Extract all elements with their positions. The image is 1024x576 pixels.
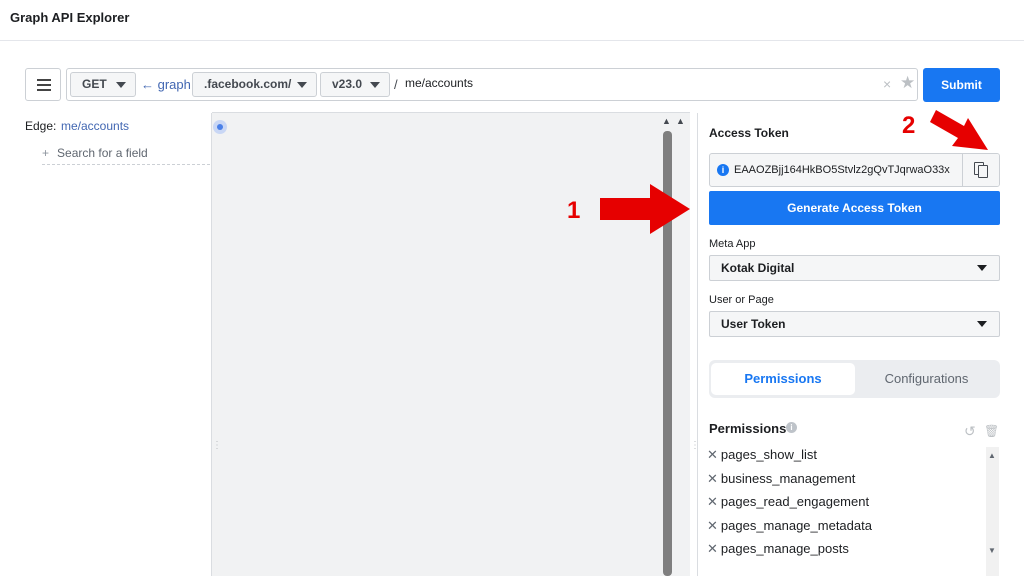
annotation-step-1: 1: [567, 197, 581, 224]
permission-label: pages_read_engagement: [720, 494, 870, 510]
permissions-scrollbar[interactable]: [986, 447, 999, 576]
user-or-page-select[interactable]: User Token: [709, 311, 1000, 337]
request-url-bar: GET ← graph. .facebook.com/ v23.0 / me/a…: [66, 68, 918, 101]
arrow-down-right-shape: [930, 110, 988, 150]
plus-icon: +: [42, 146, 50, 160]
panel-tabs: Permissions Configurations: [709, 360, 1000, 398]
annotation-arrow-icon: [600, 184, 690, 234]
caret-down-icon: [977, 321, 987, 327]
remove-icon[interactable]: ✕: [707, 541, 718, 556]
top-bar: [0, 0, 1024, 41]
root-node-dot-icon: [217, 124, 223, 130]
hamburger-icon-line: [37, 89, 51, 91]
user-or-page-value: User Token: [721, 317, 786, 331]
meta-app-select[interactable]: Kotak Digital: [709, 255, 1000, 281]
scroll-up-icon[interactable]: ▲: [676, 116, 685, 126]
access-token-value[interactable]: EAAOZBjj164HkBO5Stvlz2gQvTJqrwaO33x: [734, 164, 962, 176]
permission-label: pages_manage_posts: [720, 541, 849, 557]
submit-button[interactable]: Submit: [923, 68, 1000, 102]
arrow-right-shape: [600, 184, 690, 234]
user-or-page-label: User or Page: [709, 294, 774, 306]
permission-item: ✕ business_management: [707, 471, 985, 495]
permission-item: ✕ pages_manage_posts: [707, 541, 985, 565]
caret-down-icon: [116, 82, 126, 88]
access-token-title: Access Token: [709, 126, 789, 140]
path-input[interactable]: me/accounts: [405, 76, 473, 90]
hamburger-icon-line: [37, 84, 51, 86]
tab-permissions[interactable]: Permissions: [711, 363, 855, 395]
scroll-up-icon[interactable]: ▲: [988, 451, 996, 460]
permissions-title: Permissions: [709, 421, 787, 436]
access-token-field[interactable]: i EAAOZBjj164HkBO5Stvlz2gQvTJqrwaO33x: [709, 153, 1000, 187]
trash-icon[interactable]: 🗑: [984, 424, 999, 438]
scroll-down-icon[interactable]: ▼: [988, 546, 996, 555]
search-field-input[interactable]: + Search for a field: [42, 146, 210, 165]
caret-down-icon: [977, 265, 987, 271]
hamburger-icon: [37, 79, 51, 81]
host-value: .facebook.com/: [204, 77, 292, 91]
permissions-list: ✕ pages_show_list ✕ business_management ✕ p…: [707, 447, 985, 576]
menu-button[interactable]: [25, 68, 61, 101]
permission-label: business_management: [720, 470, 856, 486]
remove-icon[interactable]: ✕: [707, 494, 718, 509]
caret-down-icon: [370, 82, 380, 88]
method-select[interactable]: GET: [70, 72, 136, 97]
annotation-step-2: 2: [902, 112, 916, 139]
star-icon[interactable]: ★: [900, 73, 915, 93]
copy-token-button[interactable]: [962, 154, 999, 186]
edge-label: Edge:: [25, 119, 57, 133]
resize-handle-icon[interactable]: ⋮: [212, 440, 222, 451]
path-separator: /: [394, 77, 398, 92]
scroll-up-icon[interactable]: ▲: [662, 116, 671, 126]
permission-item: ✕ pages_show_list: [707, 447, 985, 471]
meta-app-label: Meta App: [709, 238, 756, 250]
app-title: Graph API Explorer: [10, 10, 130, 25]
search-field-placeholder: Search for a field: [57, 146, 148, 160]
info-icon[interactable]: i: [717, 164, 729, 176]
caret-down-icon: [297, 82, 307, 88]
remove-icon[interactable]: ✕: [707, 471, 718, 486]
meta-app-value: Kotak Digital: [721, 261, 795, 275]
undo-icon[interactable]: ↺: [964, 423, 976, 440]
info-icon[interactable]: i: [786, 422, 797, 433]
permission-item: ✕ pages_read_engagement: [707, 494, 985, 518]
version-select[interactable]: v23.0: [320, 72, 390, 97]
version-value: v23.0: [332, 77, 363, 91]
host-select[interactable]: .facebook.com/: [192, 72, 317, 97]
permission-label: pages_manage_metadata: [720, 517, 872, 533]
remove-icon[interactable]: ✕: [707, 447, 718, 462]
permission-label: pages_show_list: [720, 447, 818, 462]
tab-configurations[interactable]: Configurations: [855, 363, 998, 395]
divider: [212, 112, 690, 113]
method-value: GET: [82, 77, 107, 91]
graph-host-prefix: ← graph.: [141, 77, 195, 92]
clear-icon[interactable]: ×: [883, 76, 891, 92]
edge-value[interactable]: me/accounts: [61, 119, 129, 133]
generate-access-token-button[interactable]: Generate Access Token: [709, 191, 1000, 225]
remove-icon[interactable]: ✕: [707, 518, 718, 533]
copy-icon-sheet: [978, 165, 988, 178]
permission-item: ✕ pages_manage_metadata: [707, 518, 985, 542]
field-explorer-panel: Edge: me/accounts + Search for a field: [0, 113, 212, 576]
annotation-arrow-icon: [930, 110, 988, 150]
